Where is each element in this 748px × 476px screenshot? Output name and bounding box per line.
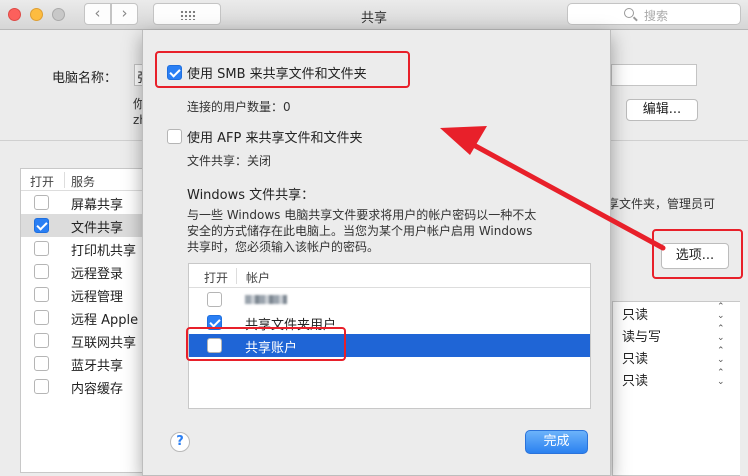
annotation-arrow-icon xyxy=(440,126,666,251)
